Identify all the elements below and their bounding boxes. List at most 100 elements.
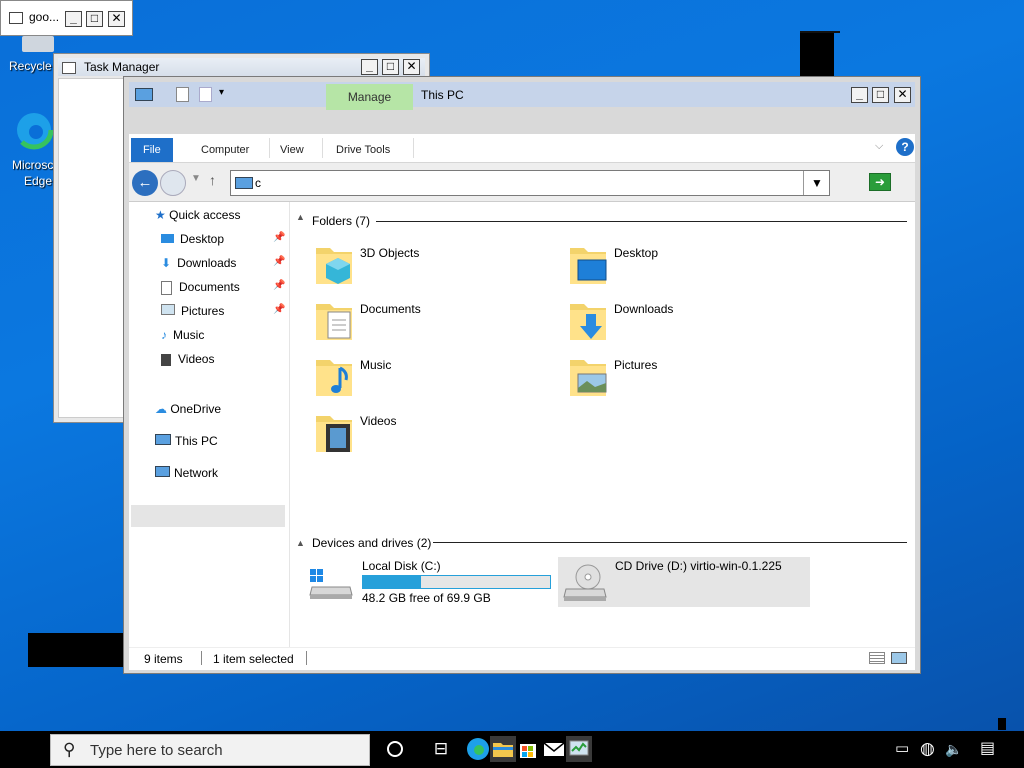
help-icon[interactable]: ? xyxy=(896,138,914,156)
navigation-pane: ★ Quick access Desktop ⬇ Downloads Docume… xyxy=(129,202,290,647)
nav-item-music[interactable]: ♪ Music xyxy=(161,324,204,346)
address-dropdown-button[interactable]: ▼ xyxy=(803,171,830,195)
store-icon[interactable] xyxy=(515,736,541,762)
folder-label: Pictures xyxy=(614,358,658,372)
network-globe-icon[interactable]: ◍ xyxy=(920,736,946,762)
this-pc-icon xyxy=(155,434,171,445)
tab-file[interactable]: File xyxy=(131,138,173,162)
file-explorer-taskbar-icon[interactable] xyxy=(490,736,516,762)
drive-c-free: 48.2 GB free of 69.9 GB xyxy=(362,591,491,605)
folder-documents[interactable]: Documents xyxy=(314,296,564,344)
maximize-button[interactable]: □ xyxy=(86,11,103,27)
folder-desktop[interactable]: Desktop xyxy=(568,240,818,288)
folder-videos[interactable]: Videos xyxy=(314,408,564,456)
nav-item-desktop[interactable]: Desktop xyxy=(161,228,224,250)
search-placeholder: Type here to search xyxy=(90,742,223,759)
folder-downloads[interactable]: Downloads xyxy=(568,296,818,344)
desktop-folder-icon xyxy=(570,248,607,284)
volume-muted-icon[interactable]: 🔈 xyxy=(945,736,971,762)
tab-drive-tools[interactable]: Drive Tools xyxy=(336,138,390,162)
devices-divider xyxy=(433,542,907,543)
3d-objects-folder-icon xyxy=(316,248,352,284)
folder-label: 3D Objects xyxy=(360,246,420,260)
nav-label: Music xyxy=(173,328,205,342)
nav-item-pictures[interactable]: Pictures xyxy=(161,300,224,322)
explorer-maximize-button[interactable]: □ xyxy=(872,87,889,103)
folder-pictures[interactable]: Pictures xyxy=(568,352,818,400)
meet-now-icon[interactable]: ▭ xyxy=(895,736,921,762)
tm-minimize-button[interactable]: _ xyxy=(361,59,378,75)
task-manager-title: Task Manager xyxy=(84,60,160,74)
tm-close-button[interactable]: ✕ xyxy=(403,59,420,75)
folder-label: Desktop xyxy=(614,246,659,260)
cloud-icon: ☁ xyxy=(155,402,167,416)
folder-3d-objects[interactable]: 3D Objects xyxy=(314,240,564,288)
search-box[interactable]: ⚲ Type here to search xyxy=(50,734,370,766)
nav-label: This PC xyxy=(175,434,218,448)
address-input[interactable]: c ▼ xyxy=(230,170,830,196)
nav-item-documents[interactable]: Documents xyxy=(161,276,240,298)
manage-tab[interactable]: Manage xyxy=(326,84,413,110)
minimize-button[interactable]: _ xyxy=(65,11,82,27)
nav-label: Pictures xyxy=(181,304,225,318)
pin-icon[interactable]: 📌 xyxy=(273,304,285,315)
go-arrow-icon[interactable]: ➜ xyxy=(869,173,891,191)
nav-item-downloads[interactable]: ⬇ Downloads xyxy=(161,252,236,274)
new-folder-icon[interactable] xyxy=(199,87,212,102)
nav-network[interactable]: Network xyxy=(155,462,218,484)
nav-item-videos[interactable]: Videos xyxy=(161,348,214,370)
recent-locations-icon[interactable]: ▼ xyxy=(191,173,201,184)
quick-access-dropdown-icon[interactable]: ▾ xyxy=(219,87,224,98)
folder-label: Documents xyxy=(360,302,421,316)
drive-d[interactable]: CD Drive (D:) virtio-win-0.1.225 xyxy=(558,557,810,607)
mail-icon[interactable] xyxy=(541,736,567,762)
nav-onedrive[interactable]: ☁ OneDrive xyxy=(155,398,221,420)
pictures-folder-icon xyxy=(570,360,607,396)
devices-header[interactable]: Devices and drives (2) xyxy=(312,536,431,550)
search-icon: ⚲ xyxy=(63,740,76,759)
explorer-titlebar[interactable]: ▾ Manage This PC _ □ ✕ xyxy=(129,82,915,110)
cortana-icon[interactable] xyxy=(382,736,408,762)
network-icon xyxy=(155,466,170,477)
nav-quick-access[interactable]: ★ Quick access xyxy=(155,204,240,226)
large-icons-view-icon[interactable] xyxy=(891,652,907,664)
mini-window[interactable]: goo... _ □ ✕ xyxy=(0,0,133,36)
documents-folder-icon xyxy=(316,304,352,340)
explorer-title: This PC xyxy=(421,88,464,102)
edge-icon[interactable] xyxy=(14,110,54,150)
notifications-icon[interactable]: ▤ xyxy=(980,736,1006,762)
properties-icon[interactable] xyxy=(176,87,189,102)
task-manager-icon xyxy=(62,62,76,74)
ribbon-expand-icon[interactable]: ⌵ xyxy=(875,140,883,153)
tm-maximize-button[interactable]: □ xyxy=(382,59,399,75)
folder-label: Downloads xyxy=(614,302,674,316)
folder-label: Music xyxy=(360,358,392,372)
app-icon xyxy=(9,12,23,24)
forward-arrow-icon[interactable] xyxy=(160,170,186,196)
folders-header[interactable]: Folders (7) xyxy=(312,214,370,228)
task-manager-taskbar-icon[interactable] xyxy=(566,736,592,762)
collapse-folders-icon[interactable]: ▲ xyxy=(296,212,305,222)
explorer-window[interactable]: ▾ Manage This PC _ □ ✕ File Computer Vie… xyxy=(123,76,921,674)
cd-drive-icon xyxy=(563,564,607,601)
pin-icon[interactable]: 📌 xyxy=(273,256,285,267)
drive-c[interactable]: Local Disk (C:) 48.2 GB free of 69.9 GB xyxy=(308,557,553,605)
close-button[interactable]: ✕ xyxy=(108,11,125,27)
edge-taskbar-icon[interactable] xyxy=(465,736,491,762)
recycle-bin-icon[interactable] xyxy=(22,36,54,52)
tab-view[interactable]: View xyxy=(280,138,304,162)
nav-label: Network xyxy=(174,466,219,480)
folder-music[interactable]: Music xyxy=(314,352,564,400)
pin-icon[interactable]: 📌 xyxy=(273,232,285,243)
explorer-close-button[interactable]: ✕ xyxy=(894,87,911,103)
up-arrow-icon[interactable]: ↑ xyxy=(209,172,216,188)
tab-computer[interactable]: Computer xyxy=(201,138,249,162)
task-view-icon[interactable]: ⊟ xyxy=(428,736,454,762)
back-arrow-icon[interactable]: ← xyxy=(132,170,158,196)
details-view-icon[interactable] xyxy=(869,652,885,664)
explorer-minimize-button[interactable]: _ xyxy=(851,87,868,103)
nav-this-pc[interactable]: This PC xyxy=(155,430,218,452)
collapse-devices-icon[interactable]: ▲ xyxy=(296,538,305,548)
pin-icon[interactable]: 📌 xyxy=(273,280,285,291)
task-manager-titlebar[interactable]: Task Manager _ □ ✕ xyxy=(58,58,425,76)
